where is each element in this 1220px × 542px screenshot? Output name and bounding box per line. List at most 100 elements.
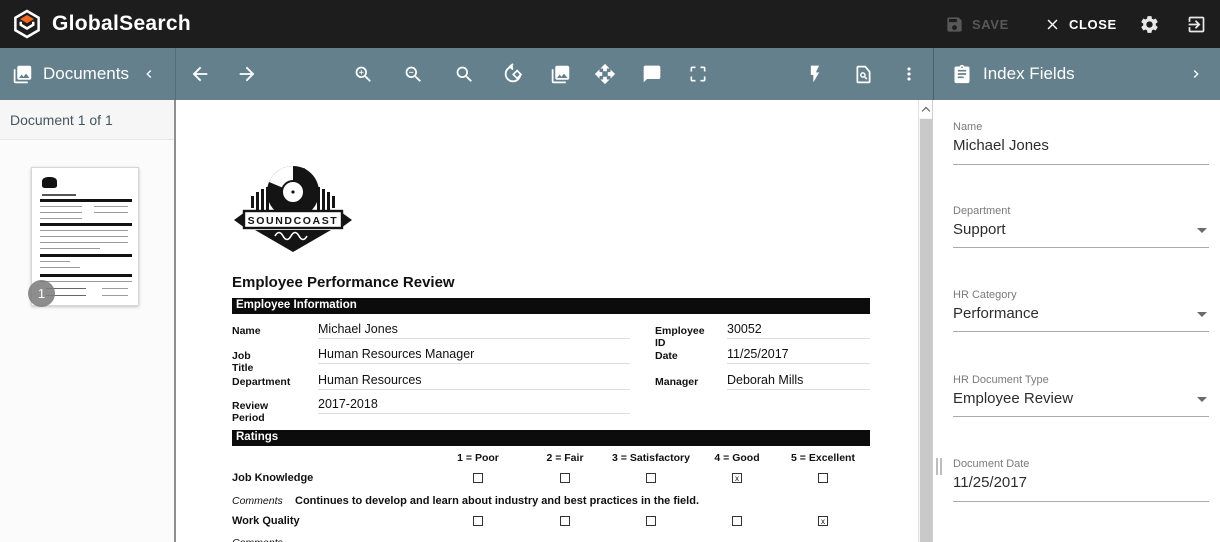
hr-document-type-select[interactable]: Employee Review [953,390,1183,407]
arrow-forward-icon [236,63,258,85]
info-label: Manager [655,376,698,388]
gallery-button[interactable] [548,62,572,86]
info-label: Review Period [232,400,268,424]
app-title: GlobalSearch [52,12,191,36]
rotate-icon [502,63,524,85]
close-button[interactable]: CLOSE [1044,0,1117,48]
info-value: Deborah Mills [727,373,870,390]
topbar: GlobalSearch SAVE CLOSE [0,0,1220,48]
document-date-input[interactable] [953,474,1183,491]
info-value: Human Resources Manager [318,347,630,364]
quick-actions-button[interactable] [803,62,827,86]
find-in-page-icon [853,64,874,85]
gear-icon [1139,14,1160,35]
field-label: HR Category [953,289,1209,301]
save-label: SAVE [972,17,1009,32]
comments-label: Comments [232,537,283,542]
vertical-scrollbar[interactable] [918,100,932,542]
rating-checkbox: x [818,516,828,526]
zoom-in-button[interactable] [351,62,375,86]
document-thumbnail[interactable]: 1 [31,167,139,306]
preview-document-button[interactable] [851,62,875,86]
back-button[interactable] [188,62,212,86]
logout-button[interactable] [1178,0,1214,48]
dropdown-caret-icon[interactable] [1197,397,1207,402]
field-department: Department Support [953,205,1209,248]
soundcoast-logo: SOUNDCOAST [233,160,353,254]
field-label: Name [953,121,1209,133]
document-count-label: Document 1 of 1 [0,100,174,140]
rating-row-work-quality: Work Quality x [178,515,932,529]
rating-checkbox [560,516,570,526]
rating-checkbox [732,516,742,526]
zoom-out-icon [403,64,424,85]
gallery-icon [550,64,571,85]
field-hr-document-type: HR Document Type Employee Review [953,374,1209,417]
save-icon [945,15,964,34]
comments-label: Comments [232,495,283,507]
lightning-icon [805,64,825,84]
field-label: HR Document Type [953,374,1209,386]
field-label: Document Date [953,458,1209,470]
scale-header: 5 = Excellent [791,452,855,464]
brand: GlobalSearch [12,0,191,48]
rotate-button[interactable] [501,62,525,86]
ratings-section-header: Ratings [232,430,870,446]
index-fields-header: Index Fields [933,48,1220,100]
info-value: 30052 [727,322,870,339]
scrollbar-thumb[interactable] [920,119,932,542]
dropdown-caret-icon[interactable] [1197,228,1207,233]
forward-button[interactable] [235,62,259,86]
svg-text:SOUNDCOAST: SOUNDCOAST [248,215,339,227]
toolbar: Documents [0,48,1220,100]
info-label: Name [232,325,261,337]
rating-checkbox [560,473,570,483]
name-input[interactable] [953,137,1183,154]
close-icon [1044,16,1061,33]
zoom-out-button[interactable] [401,62,425,86]
search-button[interactable] [452,62,476,86]
info-label: Date [655,350,678,362]
save-button[interactable]: SAVE [945,0,1009,48]
pan-icon [594,63,616,85]
document-viewer[interactable]: SOUNDCOAST Employee Performance Review E… [178,100,932,542]
scale-header: 4 = Good [714,452,759,464]
field-label: Department [953,205,1209,217]
department-select[interactable]: Support [953,221,1183,238]
fullscreen-button[interactable] [686,62,710,86]
comments-line: Comments [178,537,932,542]
pan-button[interactable] [593,62,617,86]
comments-text: Continues to develop and learn about ind… [295,495,699,507]
comments-line: Comments Continues to develop and learn … [178,495,932,509]
scale-header: 3 = Satisfactory [612,452,690,464]
documents-label: Documents [43,64,129,84]
page-number-badge: 1 [28,280,55,307]
rating-checkbox [818,473,828,483]
info-value: Michael Jones [318,322,630,339]
index-fields-title: Index Fields [983,64,1188,84]
comment-button[interactable] [640,62,664,86]
info-label: Department [232,376,290,388]
rating-checkbox [646,473,656,483]
documents-panel-header: Documents [0,48,176,100]
collapse-index-fields-chevron-icon[interactable] [1188,66,1204,82]
collapse-documents-chevron-icon[interactable] [141,66,157,82]
search-icon [454,64,475,85]
fullscreen-icon [688,64,708,84]
field-document-date: Document Date [953,458,1209,502]
scroll-up-button[interactable] [919,100,932,118]
dropdown-caret-icon[interactable] [1197,312,1207,317]
more-options-button[interactable] [897,62,921,86]
more-vert-icon [899,64,919,84]
info-label: Employee ID [655,325,705,349]
hr-category-select[interactable]: Performance [953,305,1183,322]
zoom-in-icon [353,64,374,85]
settings-button[interactable] [1131,0,1167,48]
rating-checkbox: x [732,473,742,483]
thumbnails-sidebar: Document 1 of 1 1 [0,100,176,542]
scale-header: 2 = Fair [546,452,583,464]
arrow-back-icon [189,63,211,85]
app-window: GlobalSearch SAVE CLOSE [0,0,1220,542]
panel-resize-handle[interactable] [936,458,944,475]
info-value: 2017-2018 [318,397,630,414]
